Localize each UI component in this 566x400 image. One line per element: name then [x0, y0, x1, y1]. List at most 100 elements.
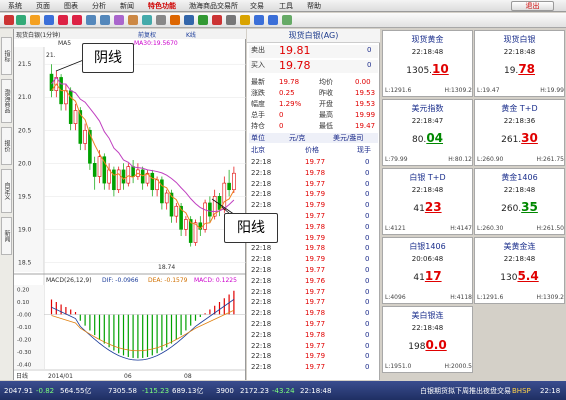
quote-cell[interactable]: 白银 T+D 22:18:48 4123 L:4121 H:4147	[382, 168, 473, 235]
cell-name: 现货黄金	[411, 35, 444, 44]
quote-cell[interactable]: 美元指数 22:18:47 80.04 L:79.99 H:80.12	[382, 99, 473, 166]
menu-help[interactable]: 帮助	[307, 1, 321, 11]
side-tab-quote[interactable]: 报价	[1, 127, 12, 165]
window-icon[interactable]	[254, 15, 264, 25]
tick-row: 22:18 19.79 0	[249, 254, 378, 264]
quote-cell[interactable]: 现货白银 22:18:48 19.78 L:19.47 H:19.99	[474, 30, 565, 97]
candle-body	[217, 196, 222, 210]
menu-system[interactable]: 系统	[8, 1, 22, 11]
forward-icon[interactable]	[16, 15, 26, 25]
tick-row: 22:18 19.77 0	[249, 287, 378, 297]
quote-cell[interactable]: 美黄金连 22:18:48 1305.4 L:1291.6 H:1309.2	[474, 237, 565, 304]
draw-icon[interactable]	[114, 15, 124, 25]
menu-tools[interactable]: 工具	[279, 1, 293, 11]
quote-cell[interactable]: 黄金1406 22:18:48 260.35 L:260.30 H:261.50	[474, 168, 565, 235]
quote-cell[interactable]: 现货黄金 22:18:48 1305.10 L:1291.6 H:1309.2	[382, 30, 473, 97]
cell-high: H:19.99	[540, 87, 564, 94]
tick-time: 22:18	[251, 309, 272, 318]
status-index-1: 2047.91	[4, 387, 33, 395]
status-time: 22:18:48	[300, 387, 332, 395]
tick-row: 22:18 19.77 0	[249, 179, 378, 189]
menu-chart[interactable]: 图表	[64, 1, 78, 11]
tick-time: 22:18	[251, 190, 272, 199]
list-icon[interactable]	[184, 15, 194, 25]
menu-news[interactable]: 新闻	[120, 1, 134, 11]
zoom-out-icon[interactable]	[72, 15, 82, 25]
layout-icon[interactable]	[268, 15, 278, 25]
kline-chart-panel[interactable]: 现货白银(1分钟) MA5 MA30:19.5670 前复权 K线 21.5 21…	[14, 29, 278, 380]
home-icon[interactable]	[30, 15, 40, 25]
unit-cny[interactable]: 元/克	[289, 133, 305, 143]
logout-button[interactable]: 退出	[511, 1, 554, 11]
ma5-label: MA5	[58, 40, 71, 47]
side-tab-indicator[interactable]: 指标	[1, 37, 12, 75]
menu-special[interactable]: 特色功能	[148, 1, 176, 11]
menu-analysis[interactable]: 分析	[92, 1, 106, 11]
ma30-line	[51, 76, 235, 213]
cell-time: 22:18:48	[411, 324, 444, 332]
cell-price-tail: 78	[518, 62, 536, 76]
side-tab-news[interactable]: 新闻	[1, 217, 12, 255]
unit-usd[interactable]: 美元/盎司	[333, 133, 363, 143]
news-ticker[interactable]: 白银期货拟下周推出夜盘交易	[420, 387, 511, 395]
quote-stat-label: 均价	[319, 78, 333, 86]
refresh-icon[interactable]	[44, 15, 54, 25]
print-icon[interactable]	[226, 15, 236, 25]
tick-time: 22:18	[251, 201, 272, 210]
quote-cell[interactable]: 白银1406 20:06:48 4117 L:4096 H:4118	[382, 237, 473, 304]
menu-page[interactable]: 页面	[36, 1, 50, 11]
macd-tick-label: 0.20	[17, 288, 30, 294]
news-icon[interactable]	[142, 15, 152, 25]
tick-qty: 0	[365, 179, 370, 188]
buy-qty: 0	[367, 61, 372, 69]
cell-price-tail: 0.0	[425, 338, 447, 352]
menu-bohai[interactable]: 渤海商品交易所	[189, 1, 238, 11]
tick-qty: 0	[365, 158, 370, 166]
zoom-in-icon[interactable]	[58, 15, 68, 25]
tick-row: 22:18 19.77 0	[249, 341, 378, 351]
back-icon[interactable]	[4, 15, 14, 25]
quote-stat-value: 0.25	[279, 89, 295, 97]
tick-row: 22:18 19.79 0	[249, 351, 378, 361]
menu-trade[interactable]: 交易	[250, 1, 264, 11]
cell-price: 4117	[383, 269, 472, 283]
chart-mode[interactable]: 前复权	[138, 31, 156, 39]
quote-grid: 现货黄金 22:18:48 1305.10 L:1291.6 H:1309.2 现货…	[381, 29, 566, 380]
kline-icon[interactable]	[100, 15, 110, 25]
stop-icon[interactable]	[212, 15, 222, 25]
tick-price: 19.78	[305, 168, 326, 177]
cell-price-main: 198	[408, 342, 426, 352]
tick-price: 19.78	[305, 222, 326, 231]
trade-icon[interactable]	[198, 15, 208, 25]
cell-low: L:19.47	[477, 87, 500, 94]
tick-price: 19.77	[305, 363, 326, 372]
cell-price-tail: 30	[521, 131, 538, 145]
candle-body	[222, 182, 227, 210]
indicator-icon[interactable]	[128, 15, 138, 25]
macd-tick-label: -0.30	[17, 350, 32, 356]
quote-title: 现货白银(AG)	[247, 29, 380, 43]
chart-tab-k[interactable]: K线	[186, 31, 196, 39]
tick-price: 19.77	[305, 212, 326, 220]
side-tab-bohai[interactable]: 渤海商品	[1, 79, 12, 123]
candle-body	[164, 192, 169, 204]
candle-body	[126, 166, 131, 184]
buy-label: 买入	[251, 61, 265, 69]
y-tick-label: 21.0	[18, 94, 32, 101]
side-tab-custom[interactable]: 自定义	[1, 169, 12, 213]
quote-cell[interactable]: 美白银连 22:18:48 1980.0 L:1951.0 H:2000.5	[382, 306, 473, 373]
macd-histogram	[44, 290, 246, 359]
star-icon[interactable]	[240, 15, 250, 25]
alert-icon[interactable]	[170, 15, 180, 25]
tick-time: 22:18	[251, 158, 272, 166]
cell-price: 261.30	[475, 131, 564, 145]
period-icon[interactable]	[86, 15, 96, 25]
settings-icon[interactable]	[156, 15, 166, 25]
quote-stat-label: 最新	[251, 78, 265, 86]
y-tick-label: 18.5	[18, 259, 32, 266]
chat-icon[interactable]	[282, 15, 292, 25]
tick-time: 22:18	[251, 179, 272, 188]
cell-low: L:260.30	[477, 225, 504, 232]
quote-cell[interactable]: 黄金 T+D 22:18:36 261.30 L:260.90 H:261.75	[474, 99, 565, 166]
candle-body	[208, 202, 212, 217]
